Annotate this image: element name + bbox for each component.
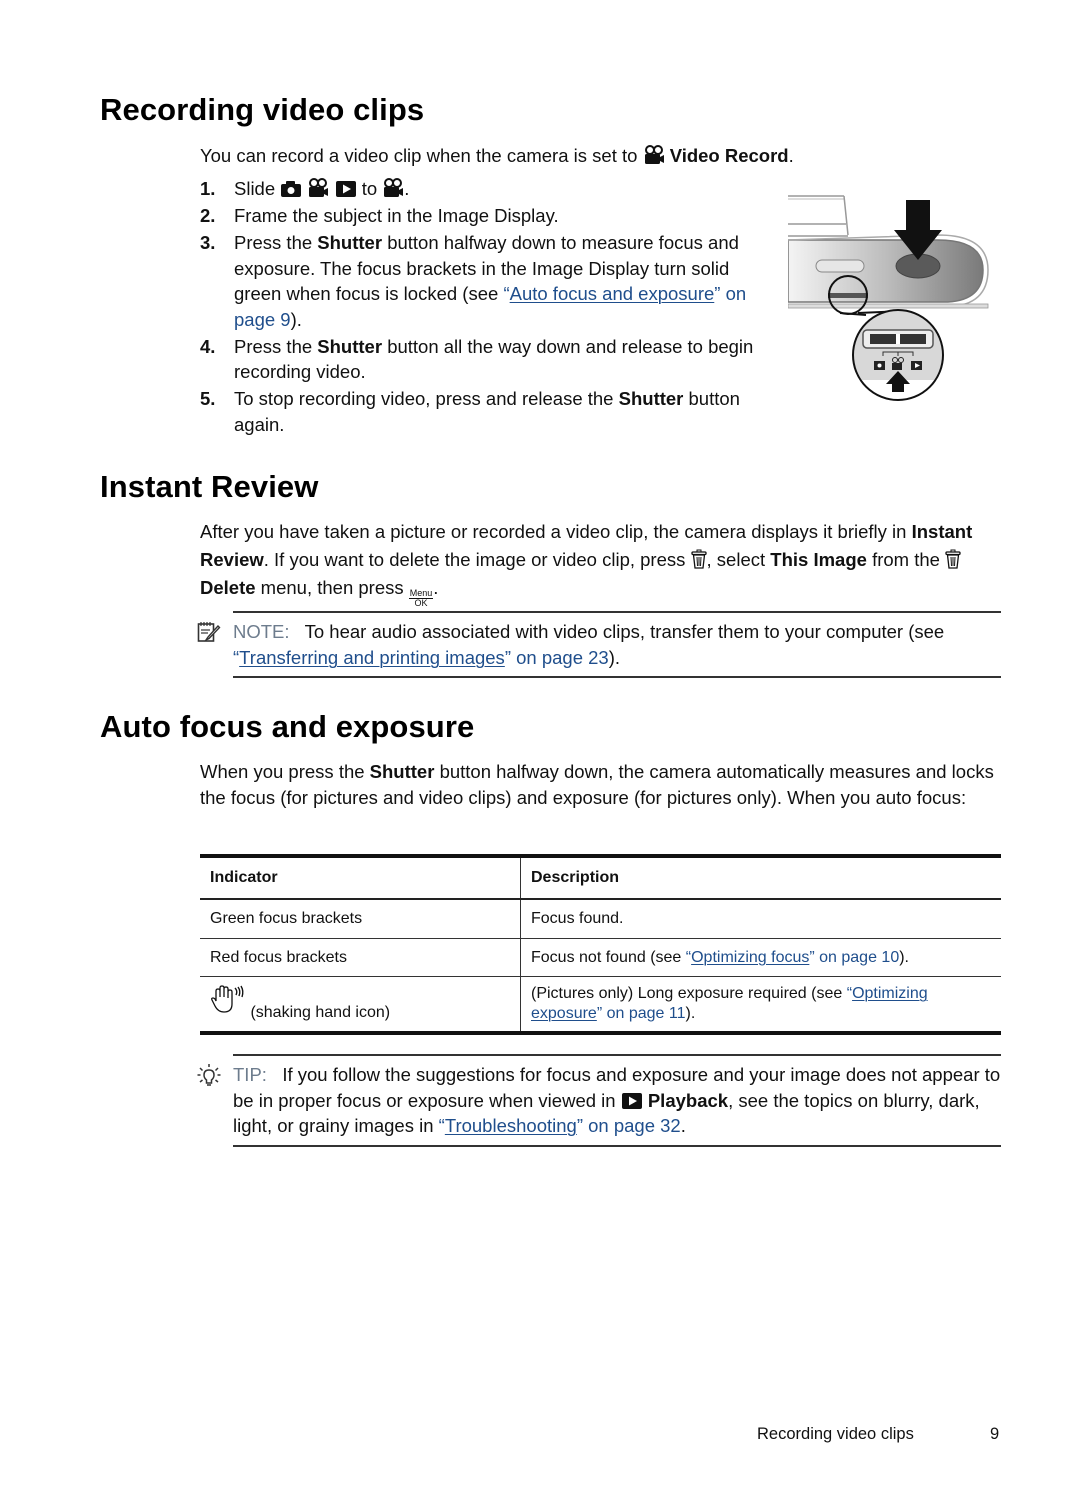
tip-lightbulb-icon bbox=[197, 1064, 221, 1086]
step-3: 3. Press the Shutter button halfway down… bbox=[200, 232, 747, 330]
camera-body bbox=[788, 239, 984, 303]
footer-section-title: Recording video clips bbox=[757, 1425, 914, 1443]
focus-indicator-table: Indicator Description Green focus bracke… bbox=[200, 854, 1001, 1035]
tip-label: TIP: bbox=[233, 1064, 267, 1085]
step-2: 2. Frame the subject in the Image Displa… bbox=[200, 205, 559, 226]
note-top-rule bbox=[233, 611, 1001, 613]
step-1: 1. Slide to . bbox=[200, 178, 410, 199]
footer-page-number: 9 bbox=[990, 1425, 1000, 1443]
header-description: Description bbox=[520, 856, 1001, 900]
recording-intro: You can record a video clip when the cam… bbox=[200, 145, 794, 166]
header-indicator: Indicator bbox=[200, 856, 521, 900]
note-pencil-icon bbox=[197, 622, 221, 642]
menu-ok-button-icon: Menu OK bbox=[408, 588, 434, 608]
manual-page: Recording video clips You can record a v… bbox=[0, 0, 1080, 1495]
camera-icon bbox=[281, 181, 302, 197]
auto-focus-paragraph: When you press the Shutter button halfwa… bbox=[200, 761, 994, 808]
camera-top-lines bbox=[788, 195, 849, 237]
shaking-hand-icon bbox=[211, 985, 244, 1013]
link-troubleshooting[interactable]: “Troubleshooting” on page 32 bbox=[439, 1115, 681, 1136]
note-text: NOTE: To hear audio associated with vide… bbox=[233, 621, 945, 668]
note-bottom-rule bbox=[233, 676, 1001, 678]
video-record-icon bbox=[644, 145, 664, 164]
playback-icon bbox=[621, 1092, 642, 1109]
delete-trash-icon bbox=[945, 549, 961, 569]
tip-top-rule bbox=[233, 1054, 1001, 1056]
tip-bottom-rule bbox=[233, 1145, 1001, 1147]
link-transferring-and-printing-images[interactable]: “Transferring and printing images” on pa… bbox=[233, 647, 609, 668]
step-5: 5. To stop recording video, press and re… bbox=[200, 388, 740, 435]
table-row: (shaking hand icon) (Pictures only) Long… bbox=[200, 976, 1001, 1035]
recording-steps: 1. Slide to . 2. Frame the subject in th… bbox=[200, 176, 760, 439]
instant-review-paragraph: After you have taken a picture or record… bbox=[200, 521, 973, 608]
step-4: 4. Press the Shutter button all the way … bbox=[200, 335, 754, 383]
tip-text: TIP: If you follow the suggestions for f… bbox=[233, 1064, 1001, 1136]
video-icon bbox=[309, 178, 329, 197]
table-row: Green focus brackets Focus found. bbox=[200, 899, 1001, 939]
heading-recording-video-clips: Recording video clips bbox=[100, 92, 425, 127]
note-label: NOTE: bbox=[233, 621, 290, 642]
link-optimizing-focus[interactable]: “Optimizing focus” on page 10 bbox=[686, 949, 899, 966]
table-header-row: Indicator Description bbox=[200, 856, 1001, 900]
video-icon bbox=[384, 178, 404, 197]
heading-instant-review: Instant Review bbox=[100, 469, 319, 504]
table-row: Red focus brackets Focus not found (see … bbox=[200, 938, 1001, 977]
camera-shutter-illustration bbox=[788, 195, 989, 401]
heading-auto-focus-and-exposure: Auto focus and exposure bbox=[100, 709, 475, 744]
delete-trash-icon bbox=[690, 549, 707, 569]
playback-icon bbox=[335, 181, 356, 197]
